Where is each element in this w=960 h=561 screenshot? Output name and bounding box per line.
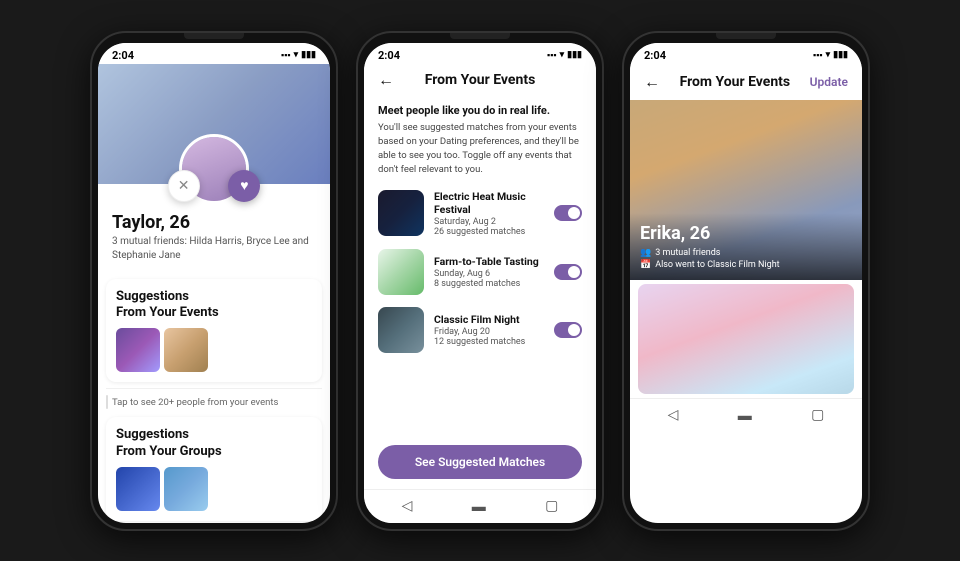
signal-icon-3: ▪▪▪ (813, 50, 823, 61)
detail-friends-row: 👥 3 mutual friends (640, 248, 852, 258)
event-item-2: Farm-to-Table Tasting Sunday, Aug 6 8 su… (378, 249, 582, 295)
wifi-icon-3: ▾ (826, 50, 831, 60)
battery-icon: ▮▮▮ (301, 50, 316, 60)
event-toggle-3[interactable] (554, 322, 582, 338)
event-name-3: Classic Film Night (434, 313, 544, 326)
detail-event-row: 📅 Also went to Classic Film Night (640, 260, 852, 270)
battery-icon-2: ▮▮▮ (567, 50, 582, 60)
status-icons-1: ▪▪▪ ▾ ▮▮▮ (281, 50, 316, 61)
phone-2: 2:04 ▪▪▪ ▾ ▮▮▮ ← From Your Events Meet p… (356, 31, 604, 531)
events-back-button[interactable]: ← (378, 70, 394, 90)
events-list: Electric Heat Music Festival Saturday, A… (364, 186, 596, 437)
event-thumb-1 (116, 328, 160, 372)
detail-header-title: From Your Events (680, 74, 791, 90)
phone-1-screen: 2:04 ▪▪▪ ▾ ▮▮▮ ✕ ♥ Taylor, 26 3 mutual f… (98, 43, 330, 523)
status-time-1: 2:04 (112, 49, 134, 62)
recents-nav-icon-3[interactable]: ▢ (811, 407, 824, 423)
tap-events-text: Tap to see 20+ people from your events (112, 397, 278, 408)
tap-bar-1 (106, 395, 108, 409)
status-time-2: 2:04 (378, 49, 400, 62)
wifi-icon: ▾ (294, 50, 299, 60)
friends-icon: 👥 (640, 248, 651, 258)
signal-icon: ▪▪▪ (281, 50, 291, 61)
phone-3-nav: ◁ ▬ ▢ (630, 398, 862, 432)
calendar-icon: 📅 (640, 260, 651, 270)
suggestions-groups-title: SuggestionsFrom Your Groups (116, 427, 312, 461)
profile-hero: ✕ ♥ (98, 64, 330, 184)
home-nav-icon-2[interactable]: ▬ (472, 498, 486, 515)
battery-icon-3: ▮▮▮ (833, 50, 848, 60)
suggestions-events-card[interactable]: SuggestionsFrom Your Events (106, 279, 322, 383)
event-toggle-2[interactable] (554, 264, 582, 280)
detail-header: ← From Your Events Update (630, 64, 862, 100)
phone-3-screen: 2:04 ▪▪▪ ▾ ▮▮▮ ← From Your Events Update… (630, 43, 862, 523)
recents-nav-icon-2[interactable]: ▢ (545, 498, 558, 514)
suggestions-events-title: SuggestionsFrom Your Events (116, 289, 312, 323)
event-matches-2: 8 suggested matches (434, 279, 544, 289)
see-matches-button[interactable]: See Suggested Matches (378, 445, 582, 479)
event-matches-3: 12 suggested matches (434, 337, 544, 347)
status-icons-2: ▪▪▪ ▾ ▮▮▮ (547, 50, 582, 61)
phone-3: 2:04 ▪▪▪ ▾ ▮▮▮ ← From Your Events Update… (622, 31, 870, 531)
event-img-2 (378, 249, 424, 295)
group-thumb-2 (164, 467, 208, 511)
status-bar-2: 2:04 ▪▪▪ ▾ ▮▮▮ (364, 43, 596, 64)
detail-profile-name: Erika, 26 (640, 223, 852, 244)
detail-update-button[interactable]: Update (810, 75, 848, 89)
event-matches-1: 26 suggested matches (434, 227, 544, 237)
phones-container: 2:04 ▪▪▪ ▾ ▮▮▮ ✕ ♥ Taylor, 26 3 mutual f… (70, 11, 890, 551)
detail-meta: 👥 3 mutual friends 📅 Also went to Classi… (640, 248, 852, 270)
profile-info: Taylor, 26 3 mutual friends: Hilda Harri… (98, 212, 330, 271)
status-bar-3: 2:04 ▪▪▪ ▾ ▮▮▮ (630, 43, 862, 64)
group-thumb-1 (116, 467, 160, 511)
event-info-2: Farm-to-Table Tasting Sunday, Aug 6 8 su… (434, 255, 544, 289)
phone-1: 2:04 ▪▪▪ ▾ ▮▮▮ ✕ ♥ Taylor, 26 3 mutual f… (90, 31, 338, 531)
events-header: ← From Your Events (364, 64, 596, 96)
wifi-icon-2: ▾ (560, 50, 565, 60)
event-item-1: Electric Heat Music Festival Saturday, A… (378, 190, 582, 237)
detail-friends-text: 3 mutual friends (655, 248, 720, 258)
event-toggle-1[interactable] (554, 205, 582, 221)
detail-back-button[interactable]: ← (644, 72, 660, 92)
like-button[interactable]: ♥ (228, 170, 260, 202)
event-thumb-2 (164, 328, 208, 372)
status-time-3: 2:04 (644, 49, 666, 62)
event-img-3 (378, 307, 424, 353)
event-item-3: Classic Film Night Friday, Aug 20 12 sug… (378, 307, 582, 353)
back-nav-icon-2[interactable]: ◁ (402, 498, 413, 514)
signal-icon-2: ▪▪▪ (547, 50, 557, 61)
detail-second-photo (638, 284, 854, 394)
profile-name: Taylor, 26 (112, 212, 316, 233)
detail-main-photo: Erika, 26 👥 3 mutual friends 📅 Also went… (630, 100, 862, 280)
tap-events-hint[interactable]: Tap to see 20+ people from your events (106, 388, 322, 409)
suggestions-groups-images (116, 467, 312, 511)
event-date-3: Friday, Aug 20 (434, 327, 544, 337)
status-icons-3: ▪▪▪ ▾ ▮▮▮ (813, 50, 848, 61)
event-date-2: Sunday, Aug 6 (434, 269, 544, 279)
event-info-3: Classic Film Night Friday, Aug 20 12 sug… (434, 313, 544, 347)
profile-friends: 3 mutual friends: Hilda Harris, Bryce Le… (112, 235, 316, 263)
detail-event-text: Also went to Classic Film Night (655, 260, 779, 270)
event-info-1: Electric Heat Music Festival Saturday, A… (434, 190, 544, 237)
dislike-button[interactable]: ✕ (168, 170, 200, 202)
event-name-2: Farm-to-Table Tasting (434, 255, 544, 268)
detail-overlay: Erika, 26 👥 3 mutual friends 📅 Also went… (630, 213, 862, 280)
events-description: Meet people like you do in real life. Yo… (364, 96, 596, 186)
status-bar-1: 2:04 ▪▪▪ ▾ ▮▮▮ (98, 43, 330, 64)
events-desc-text: You'll see suggested matches from your e… (378, 121, 582, 178)
suggestions-groups-card[interactable]: SuggestionsFrom Your Groups (106, 417, 322, 521)
home-nav-icon-3[interactable]: ▬ (738, 407, 752, 424)
events-header-title: From Your Events (425, 72, 536, 88)
event-img-1 (378, 190, 424, 236)
phone-2-screen: 2:04 ▪▪▪ ▾ ▮▮▮ ← From Your Events Meet p… (364, 43, 596, 523)
event-date-1: Saturday, Aug 2 (434, 217, 544, 227)
event-name-1: Electric Heat Music Festival (434, 190, 544, 216)
phone-2-nav: ◁ ▬ ▢ (364, 489, 596, 523)
back-nav-icon-3[interactable]: ◁ (668, 407, 679, 423)
suggestions-events-images (116, 328, 312, 372)
events-desc-bold: Meet people like you do in real life. (378, 104, 582, 117)
